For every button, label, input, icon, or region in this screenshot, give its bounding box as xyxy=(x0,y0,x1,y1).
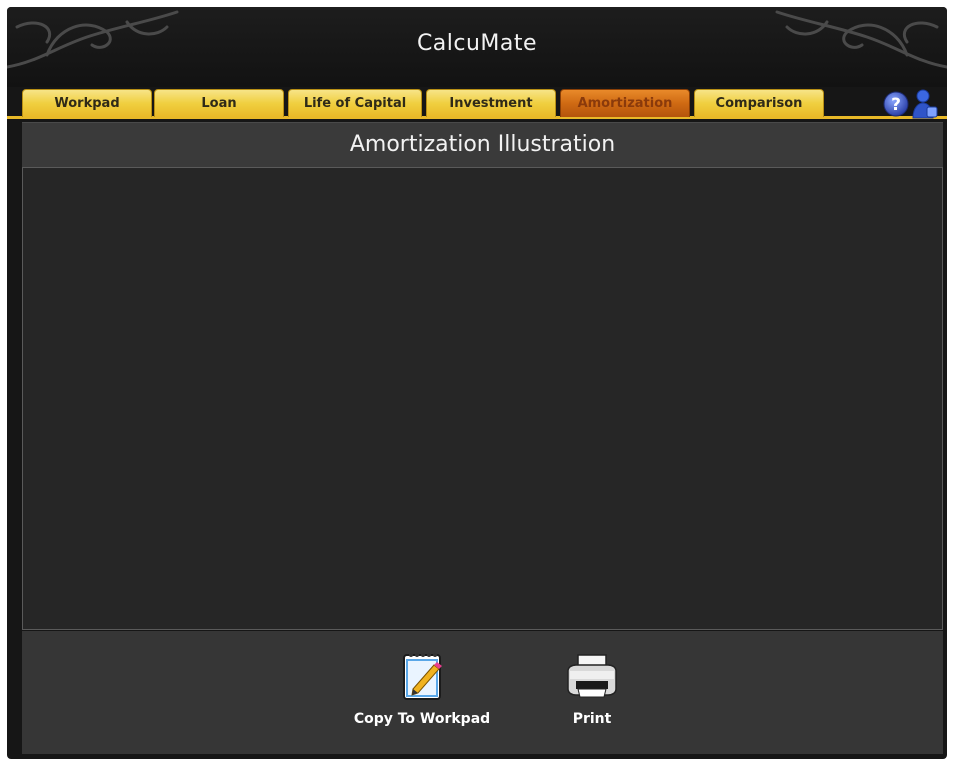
tab-life-of-capital[interactable]: Life of Capital xyxy=(288,89,422,117)
copy-to-workpad-label: Copy To Workpad xyxy=(353,711,491,727)
app-title: CalcuMate xyxy=(416,31,538,56)
tab-amortization[interactable]: Amortization xyxy=(560,89,690,117)
title-bar: CalcuMate xyxy=(7,7,947,87)
tab-comparison[interactable]: Comparison xyxy=(694,89,824,117)
header-icons: ? xyxy=(883,89,941,119)
page-title: Amortization Illustration xyxy=(349,132,616,157)
footer-toolbar: Copy To Workpad Print xyxy=(22,631,943,754)
printer-icon xyxy=(567,654,617,698)
user-icon[interactable] xyxy=(911,89,939,119)
help-icon[interactable]: ? xyxy=(883,91,909,117)
tab-workpad[interactable]: Workpad xyxy=(22,89,152,117)
tab-investment[interactable]: Investment xyxy=(426,89,556,117)
print-button[interactable]: Print xyxy=(542,649,642,727)
svg-text:?: ? xyxy=(891,95,901,115)
tab-bar: Workpad Loan Life of Capital Investment … xyxy=(7,89,947,119)
tab-loan[interactable]: Loan xyxy=(154,89,284,117)
notepad-pencil-icon xyxy=(403,653,442,700)
section-heading-bar: Amortization Illustration xyxy=(22,122,943,168)
print-label: Print xyxy=(572,711,612,727)
illustration-panel xyxy=(22,167,943,630)
copy-to-workpad-button[interactable]: Copy To Workpad xyxy=(342,649,502,727)
app-window: CalcuMate Workpad Loan Life of Capital I… xyxy=(7,7,947,759)
